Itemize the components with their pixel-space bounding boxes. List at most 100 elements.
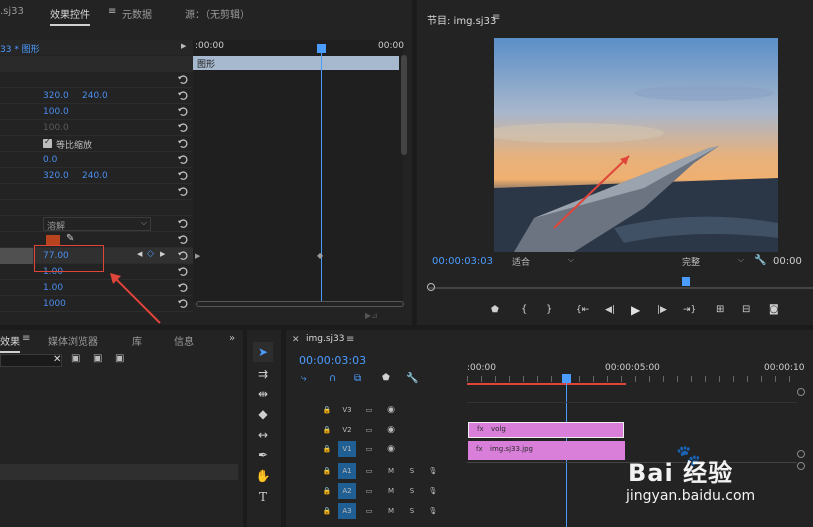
reset-icon[interactable] bbox=[177, 154, 188, 165]
track-name[interactable]: A1 bbox=[338, 463, 356, 479]
lift-icon[interactable]: ⊞ bbox=[716, 304, 724, 315]
mute-button[interactable]: M bbox=[383, 483, 399, 499]
expand-arrow-icon[interactable]: ▶ bbox=[181, 42, 186, 50]
solo-button[interactable]: S bbox=[404, 503, 420, 519]
lock-icon[interactable]: 🔒 bbox=[319, 463, 335, 479]
reset-icon[interactable] bbox=[177, 122, 188, 133]
tab-media-browser[interactable]: 媒体浏览器 bbox=[48, 333, 98, 348]
wrench-icon[interactable]: 🔧 bbox=[754, 255, 766, 266]
next-keyframe-icon[interactable]: ▶ bbox=[160, 250, 165, 258]
tab-sequence[interactable]: .sj33 bbox=[0, 6, 24, 17]
anchor-x-value[interactable]: 320.0 bbox=[43, 171, 69, 181]
yuv-effects-icon[interactable]: ▣ bbox=[115, 353, 124, 364]
timeline-ruler-ticks[interactable] bbox=[467, 376, 797, 382]
program-monitor-title[interactable]: 节目: img.sj33 bbox=[427, 12, 496, 27]
eye-icon[interactable]: ◉ bbox=[383, 402, 399, 418]
position-y-value[interactable]: 240.0 bbox=[82, 91, 108, 101]
zoom-handle-top[interactable] bbox=[797, 388, 805, 396]
microphone-icon[interactable]: 🎙 bbox=[425, 503, 441, 519]
tab-menu-icon[interactable]: ≡ bbox=[108, 6, 116, 17]
scale-value[interactable]: 100.0 bbox=[43, 107, 69, 117]
linked-selection-icon[interactable]: ⧉ bbox=[354, 373, 361, 384]
lock-icon[interactable]: 🔒 bbox=[319, 441, 335, 457]
property-value[interactable]: 1000 bbox=[43, 299, 66, 309]
eye-icon[interactable]: ◉ bbox=[383, 422, 399, 438]
tab-effect-controls[interactable]: 效果控件 bbox=[50, 6, 90, 26]
solo-button[interactable]: S bbox=[404, 483, 420, 499]
lock-icon[interactable]: 🔒 bbox=[319, 483, 335, 499]
blend-mode-select[interactable]: 溶解 ⌵ bbox=[43, 217, 151, 232]
tab-effects[interactable]: 效果 bbox=[0, 333, 20, 353]
effects-list-row[interactable] bbox=[0, 464, 238, 480]
snap-icon[interactable]: ∩ bbox=[329, 373, 336, 384]
microphone-icon[interactable]: 🎙 bbox=[425, 483, 441, 499]
reset-icon[interactable] bbox=[177, 234, 188, 245]
fit-select[interactable]: 适合 ⌵ bbox=[512, 255, 574, 268]
tab-info[interactable]: 信息 bbox=[174, 333, 194, 348]
solo-button[interactable]: S bbox=[404, 463, 420, 479]
add-marker-icon[interactable]: ⬟ bbox=[491, 305, 499, 315]
play-icon[interactable]: ▶ bbox=[631, 303, 640, 317]
extract-icon[interactable]: ⊟ bbox=[742, 304, 750, 315]
eye-icon[interactable]: ◉ bbox=[383, 441, 399, 457]
scrub-start-handle[interactable] bbox=[427, 283, 435, 291]
razor-tool-icon[interactable]: ◆ bbox=[254, 405, 272, 423]
lock-icon[interactable]: 🔒 bbox=[319, 422, 335, 438]
step-forward-icon[interactable]: |▶ bbox=[657, 305, 667, 315]
reset-icon[interactable] bbox=[177, 282, 188, 293]
track-name[interactable]: V2 bbox=[339, 422, 355, 438]
timeline-timecode[interactable]: 00:00:03:03 bbox=[299, 354, 366, 367]
property-value[interactable]: 1.00 bbox=[43, 283, 63, 293]
work-area-bar[interactable] bbox=[467, 383, 626, 385]
timeline-settings-icon[interactable]: 🔧 bbox=[406, 373, 418, 384]
tab-source[interactable]: 源：（无剪辑） bbox=[185, 6, 250, 21]
mute-button[interactable]: M bbox=[383, 463, 399, 479]
track-name[interactable]: V3 bbox=[339, 402, 355, 418]
kf-zoom-bar[interactable] bbox=[196, 301, 404, 307]
track-name[interactable]: A2 bbox=[338, 483, 356, 499]
lock-icon[interactable]: 🔒 bbox=[319, 402, 335, 418]
rotation-value[interactable]: 0.0 bbox=[43, 155, 57, 165]
color-swatch[interactable] bbox=[46, 235, 60, 245]
film-icon[interactable]: ▭ bbox=[361, 422, 377, 438]
sequence-tab[interactable]: img.sj33 bbox=[306, 334, 344, 344]
add-marker-icon[interactable]: ⬟ bbox=[382, 373, 390, 383]
film-icon[interactable]: ▭ bbox=[361, 402, 377, 418]
zoom-handle-mid[interactable] bbox=[797, 450, 805, 458]
tab-metadata[interactable]: 元数据 bbox=[122, 6, 152, 21]
eyedropper-icon[interactable]: ✎ bbox=[66, 233, 74, 244]
scrub-bar[interactable] bbox=[429, 287, 813, 289]
slip-tool-icon[interactable]: ↔ bbox=[254, 426, 272, 444]
reset-icon[interactable] bbox=[177, 186, 188, 197]
clip-v2[interactable]: fx volg bbox=[468, 422, 624, 438]
lock-icon[interactable]: 🔒 bbox=[319, 503, 335, 519]
reset-icon[interactable] bbox=[177, 74, 188, 85]
new-bin-icon[interactable]: ▣ bbox=[71, 353, 80, 364]
microphone-icon[interactable]: 🎙 bbox=[425, 463, 441, 479]
film-icon[interactable]: ▭ bbox=[361, 483, 377, 499]
pen-tool-icon[interactable]: ✒ bbox=[254, 446, 272, 464]
nest-icon[interactable]: ⤷ bbox=[301, 373, 307, 384]
reset-icon[interactable] bbox=[177, 90, 188, 101]
reset-icon[interactable] bbox=[177, 266, 188, 277]
film-icon[interactable]: ▭ bbox=[361, 503, 377, 519]
film-icon[interactable]: ▭ bbox=[361, 441, 377, 457]
accelerated-effects-icon[interactable]: ▣ bbox=[93, 353, 102, 364]
reset-icon[interactable] bbox=[177, 298, 188, 309]
reset-icon[interactable] bbox=[177, 106, 188, 117]
clip-v1[interactable]: fx img.sj33.jpg bbox=[468, 441, 625, 460]
ripple-edit-tool-icon[interactable]: ⇹ bbox=[254, 385, 272, 403]
quality-select[interactable]: 完整 ⌵ bbox=[682, 255, 744, 268]
prev-keyframe-icon[interactable]: ◀ bbox=[137, 250, 142, 258]
type-tool-icon[interactable]: T bbox=[254, 488, 272, 506]
clear-search-icon[interactable]: ✕ bbox=[53, 354, 61, 365]
selection-tool-icon[interactable]: ➤ bbox=[254, 343, 272, 361]
kf-playhead-handle[interactable] bbox=[317, 44, 326, 53]
tab-libraries[interactable]: 库 bbox=[132, 333, 142, 348]
reset-icon[interactable] bbox=[177, 170, 188, 181]
go-to-in-icon[interactable]: {⇤ bbox=[576, 305, 589, 315]
sequence-menu-icon[interactable]: ≡ bbox=[346, 334, 354, 345]
mute-button[interactable]: M bbox=[383, 503, 399, 519]
reset-icon[interactable] bbox=[177, 218, 188, 229]
reset-icon[interactable] bbox=[177, 250, 188, 261]
